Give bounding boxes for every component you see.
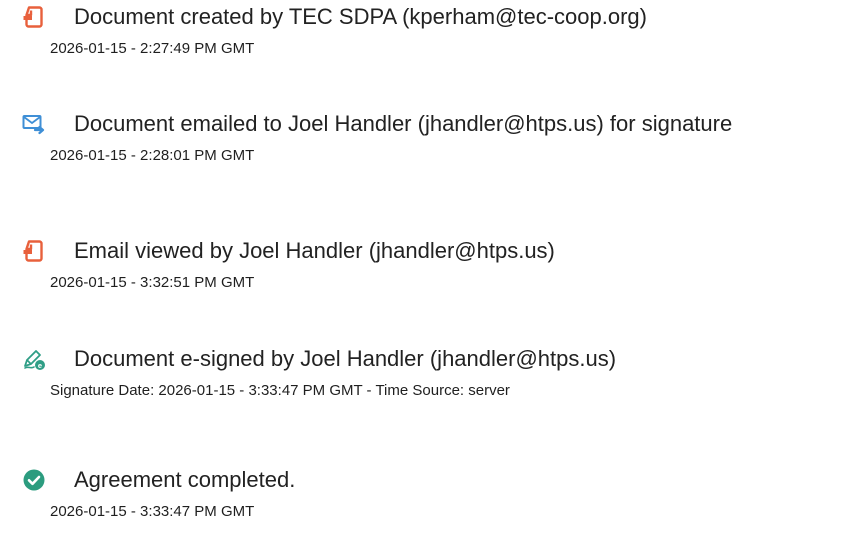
email-sent-icon	[22, 112, 46, 136]
pdf-document-icon	[22, 239, 46, 263]
svg-text:e: e	[38, 361, 42, 370]
event-timestamp: 2026-01-15 - 2:28:01 PM GMT	[50, 147, 255, 164]
event-title: Agreement completed.	[74, 467, 296, 492]
audit-event-viewed: Email viewed by Joel Handler (jhandler@h…	[22, 234, 848, 293]
event-title: Document created by TEC SDPA (kperham@te…	[74, 4, 647, 29]
audit-event-signed: e Document e-signed by Joel Handler (jha…	[22, 342, 848, 401]
event-timestamp: 2026-01-15 - 3:32:51 PM GMT	[50, 274, 255, 291]
event-title: Document e-signed by Joel Handler (jhand…	[74, 346, 617, 371]
audit-event-created: Document created by TEC SDPA (kperham@te…	[22, 0, 848, 59]
event-timestamp: 2026-01-15 - 2:27:49 PM GMT	[50, 40, 255, 57]
check-circle-icon	[22, 468, 46, 492]
pdf-document-icon	[22, 5, 46, 29]
event-timestamp: 2026-01-15 - 3:33:47 PM GMT	[50, 503, 255, 520]
event-title: Document emailed to Joel Handler (jhandl…	[74, 111, 733, 136]
event-signature-details: Signature Date: 2026-01-15 - 3:33:47 PM …	[50, 382, 510, 399]
e-sign-pen-icon: e	[22, 347, 46, 371]
audit-event-emailed: Document emailed to Joel Handler (jhandl…	[22, 107, 848, 166]
audit-event-completed: Agreement completed. 2026-01-15 - 3:33:4…	[22, 463, 848, 522]
event-title: Email viewed by Joel Handler (jhandler@h…	[74, 238, 555, 263]
